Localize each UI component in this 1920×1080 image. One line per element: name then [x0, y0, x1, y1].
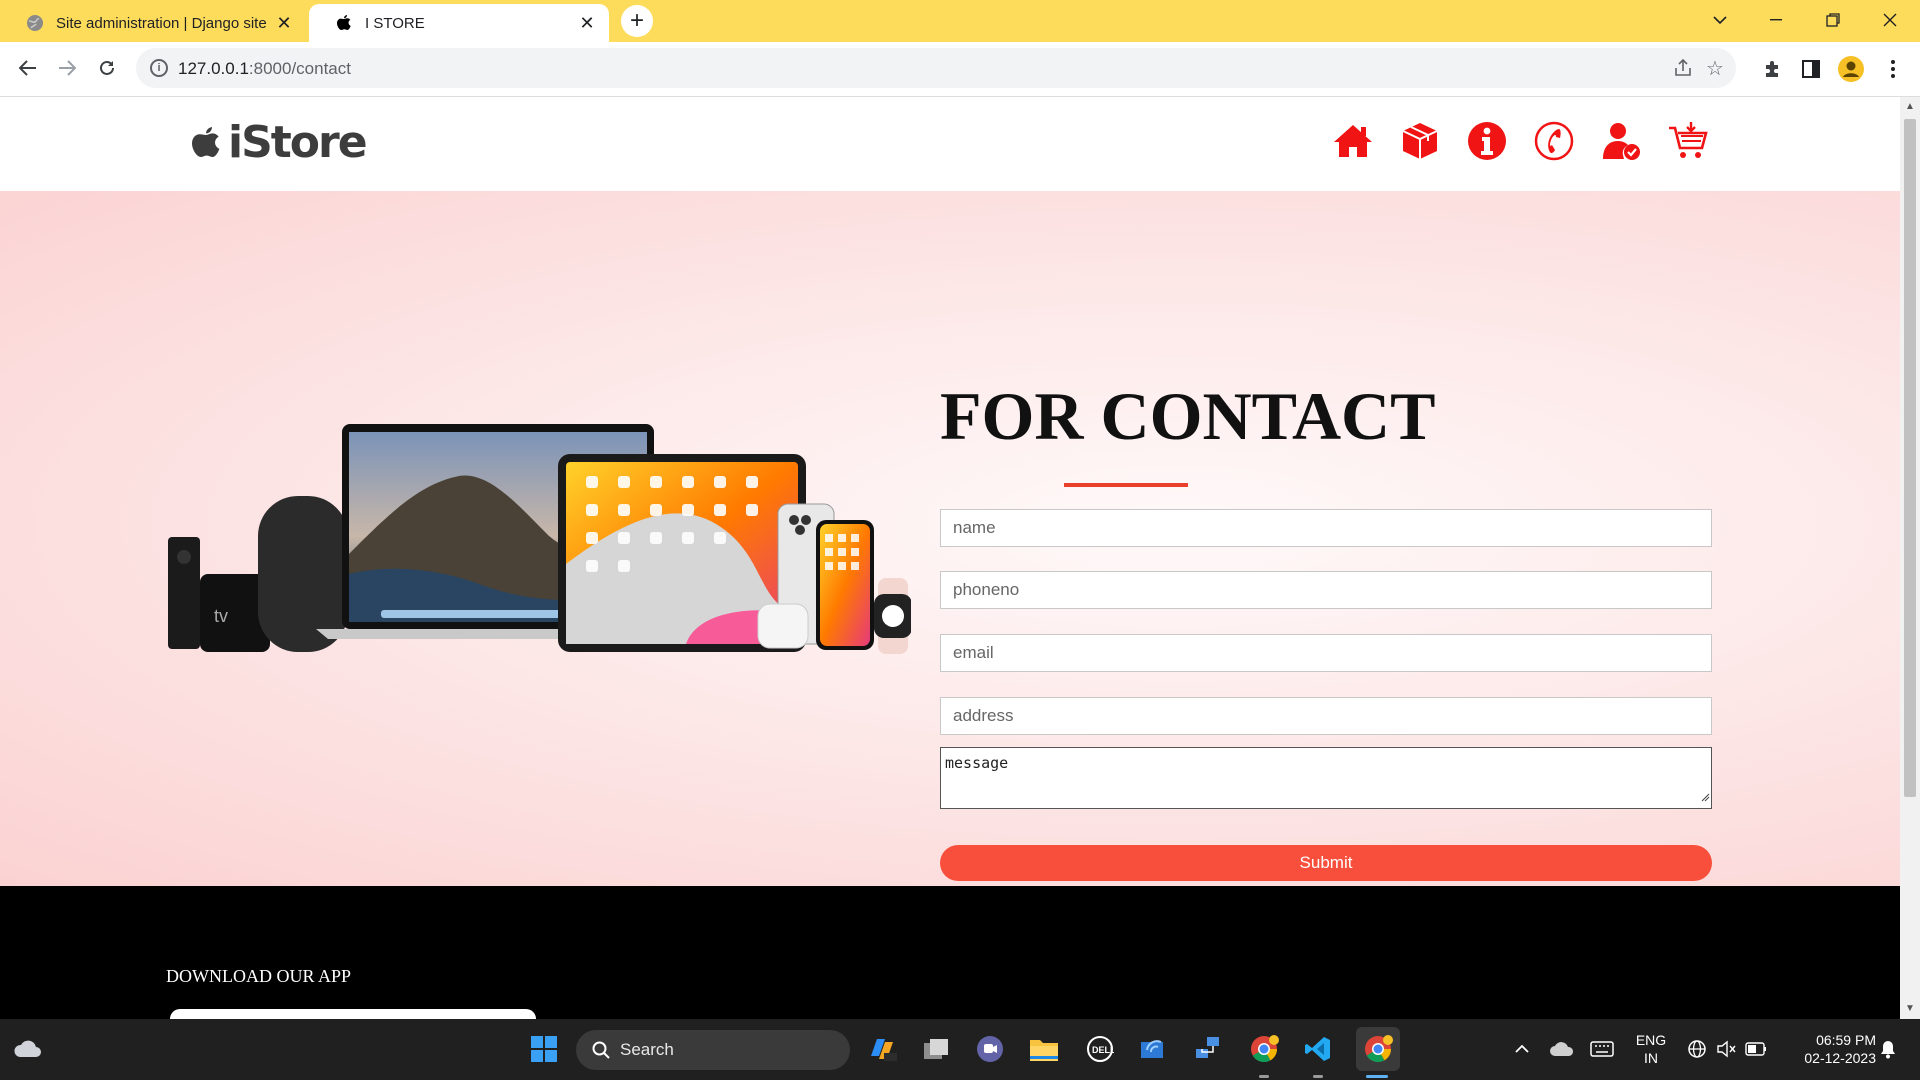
- phone-field[interactable]: [940, 571, 1712, 609]
- chevron-up-icon[interactable]: [1504, 1031, 1540, 1067]
- file-explorer-icon[interactable]: [1026, 1031, 1062, 1067]
- chrome-active-icon[interactable]: [1356, 1027, 1400, 1071]
- address-bar[interactable]: i 127.0.0.1:8000/contact ☆: [136, 48, 1736, 88]
- tab-title: I STORE: [365, 14, 425, 32]
- tab-title: Site administration | Django site: [56, 14, 267, 32]
- browser-menu-icon[interactable]: [1880, 56, 1906, 82]
- forward-arrow-icon[interactable]: [49, 50, 85, 86]
- phone-icon[interactable]: [1534, 119, 1574, 163]
- vscode-icon[interactable]: [1300, 1031, 1336, 1067]
- package-icon[interactable]: [1400, 119, 1440, 163]
- task-view-icon[interactable]: [918, 1031, 954, 1067]
- scroll-up-icon[interactable]: ▲: [1905, 101, 1915, 112]
- remote-desktop-icon[interactable]: [1136, 1031, 1172, 1067]
- profile-avatar-icon[interactable]: [1838, 56, 1864, 82]
- page-scrollbar[interactable]: ▲ ▼: [1900, 97, 1920, 1019]
- search-label: Search: [620, 1040, 674, 1059]
- notification-bell-icon[interactable]: [1870, 1031, 1906, 1067]
- minimize-button[interactable]: [1748, 0, 1804, 40]
- home-icon[interactable]: [1333, 119, 1373, 163]
- brand-name: iStore: [228, 117, 368, 168]
- close-tab-icon[interactable]: ✕: [274, 13, 294, 34]
- extensions-puzzle-icon[interactable]: [1760, 56, 1786, 82]
- search-icon: [592, 1041, 610, 1059]
- message-field[interactable]: [940, 747, 1712, 809]
- apple-devices-image: tv: [168, 424, 911, 654]
- share-icon[interactable]: [1672, 58, 1694, 80]
- browser-tab-strip: Site administration | Django site ✕ I ST…: [0, 0, 1920, 42]
- onedrive-icon[interactable]: [1544, 1031, 1580, 1067]
- submit-button[interactable]: Submit: [940, 845, 1712, 881]
- info-icon[interactable]: [1467, 119, 1507, 163]
- windows-taskbar: Search DELL ENG IN 06:59 PM 02-12-2023: [0, 1019, 1920, 1080]
- taskbar-search[interactable]: Search: [576, 1030, 850, 1070]
- account-icon[interactable]: [1601, 119, 1641, 163]
- side-panel-icon[interactable]: [1798, 56, 1824, 82]
- svg-text:tv: tv: [214, 606, 228, 626]
- close-tab-icon[interactable]: ✕: [577, 13, 597, 34]
- contact-title: FOR CONTACT: [940, 378, 1436, 454]
- bookmark-star-icon[interactable]: ☆: [1704, 58, 1726, 80]
- scrollbar-thumb[interactable]: [1904, 119, 1916, 797]
- apple-logo-icon: [192, 126, 220, 157]
- site-info-icon[interactable]: i: [150, 59, 168, 77]
- copilot-icon[interactable]: [864, 1031, 900, 1067]
- keyboard-icon[interactable]: [1584, 1031, 1620, 1067]
- close-window-button[interactable]: [1862, 0, 1918, 40]
- url-text: 127.0.0.1:8000/contact: [178, 59, 351, 78]
- windows-start-icon[interactable]: [526, 1031, 562, 1067]
- network-app-icon[interactable]: [1190, 1031, 1226, 1067]
- reload-icon[interactable]: [89, 50, 125, 86]
- clock[interactable]: 06:59 PM 02-12-2023: [1780, 1031, 1876, 1067]
- download-app-heading: DOWNLOAD OUR APP: [166, 966, 352, 986]
- weather-icon[interactable]: [10, 1031, 46, 1067]
- site-header: iStore: [0, 97, 1900, 191]
- tab-search-chevron-icon[interactable]: [1692, 0, 1748, 40]
- tab-istore[interactable]: I STORE ✕: [309, 4, 609, 42]
- teams-chat-icon[interactable]: [972, 1031, 1008, 1067]
- app-store-button[interactable]: [170, 1009, 536, 1019]
- browser-toolbar: i 127.0.0.1:8000/contact ☆: [0, 42, 1920, 97]
- web-page: iStore tv FOR CONTACT name phoneno email…: [0, 97, 1900, 1019]
- chrome-icon[interactable]: [1246, 1031, 1282, 1067]
- resize-grip-icon[interactable]: [1700, 792, 1710, 802]
- name-field[interactable]: [940, 509, 1712, 547]
- main-nav: [1333, 119, 1735, 163]
- address-field[interactable]: [940, 697, 1712, 735]
- cart-icon[interactable]: [1668, 119, 1708, 163]
- running-indicator: [1259, 1075, 1269, 1078]
- back-arrow-icon[interactable]: [10, 50, 46, 86]
- dell-icon[interactable]: DELL: [1082, 1031, 1118, 1067]
- title-underline: [1064, 483, 1188, 487]
- apple-logo-icon: [335, 14, 353, 32]
- tab-django-admin[interactable]: Site administration | Django site ✕: [0, 4, 306, 42]
- contact-section: tv FOR CONTACT name phoneno email addres…: [0, 191, 1900, 886]
- site-logo[interactable]: iStore: [190, 117, 368, 168]
- running-indicator: [1313, 1075, 1323, 1078]
- svg-text:DELL: DELL: [1092, 1045, 1114, 1055]
- email-field[interactable]: [940, 634, 1712, 672]
- site-footer: DOWNLOAD OUR APP: [0, 886, 1900, 1019]
- new-tab-button[interactable]: +: [621, 5, 653, 37]
- restore-button[interactable]: [1805, 0, 1861, 40]
- active-indicator: [1366, 1075, 1388, 1078]
- scroll-down-icon[interactable]: ▼: [1905, 1003, 1915, 1014]
- globe-icon: [26, 14, 44, 32]
- language-indicator[interactable]: ENG IN: [1630, 1031, 1672, 1067]
- battery-icon[interactable]: [1738, 1031, 1774, 1067]
